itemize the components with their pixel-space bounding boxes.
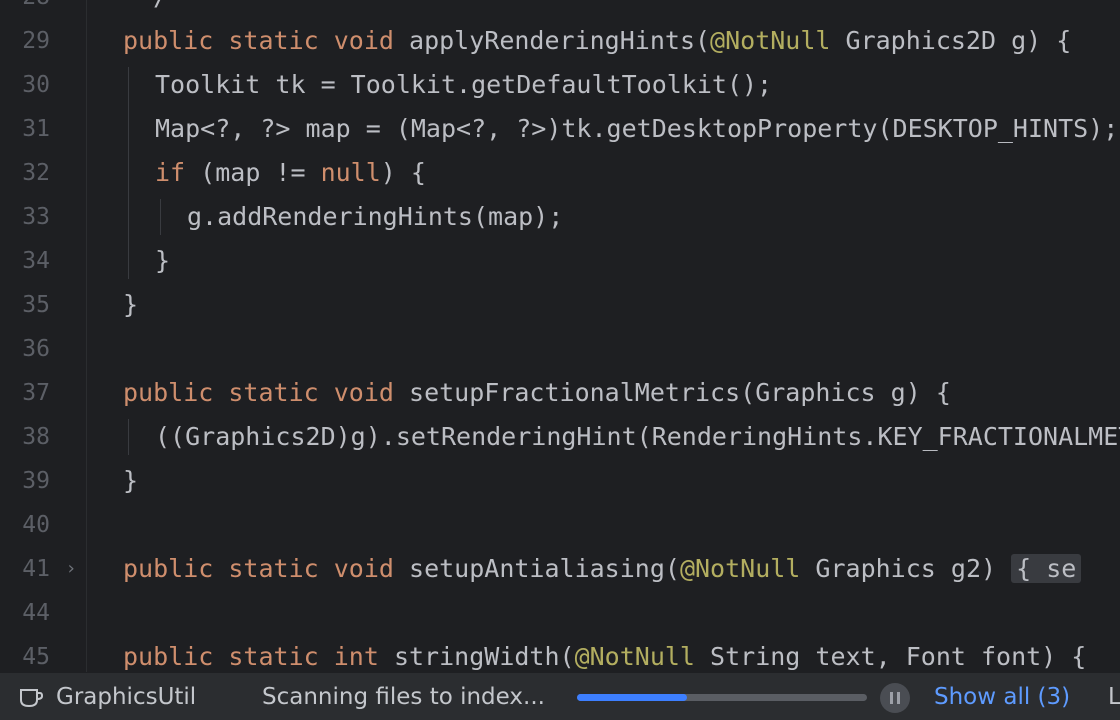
code-line[interactable]: 31 Map<?, ?> map = (Map<?, ?>)tk.getDeskt… (0, 107, 1120, 151)
line-number: 31 (22, 116, 50, 142)
code-line[interactable]: 41 › public static void setupAntialiasing(… (0, 547, 1120, 591)
code-line[interactable]: 33 g.addRenderingHints(map); (0, 195, 1120, 239)
line-number: 37 (22, 380, 50, 406)
indent-guide (128, 419, 129, 455)
line-number: 28 (0, 0, 50, 19)
line-number: 30 (22, 72, 50, 98)
code-text[interactable]: public static int stringWidth(@NotNull S… (123, 635, 1086, 672)
line-number: 44 (22, 600, 50, 626)
indexing-progress-fill (577, 694, 688, 701)
line-number: 33 (22, 204, 50, 230)
status-bar: GraphicsUtil Scanning files to index... … (0, 672, 1120, 720)
code-line[interactable]: 45 public static int stringWidth(@NotNull… (0, 635, 1120, 672)
code-text[interactable]: } (155, 239, 170, 283)
code-editor[interactable]: 28 */ 29 public static void applyRendering… (0, 0, 1120, 672)
show-all-link[interactable]: Show all (3) (934, 673, 1070, 720)
indent-guide (128, 67, 129, 279)
pause-icon[interactable] (880, 683, 910, 713)
code-text[interactable]: } (123, 283, 138, 327)
code-line[interactable]: 32 if (map != null) { (0, 151, 1120, 195)
code-text[interactable]: public static void setupFractionalMetric… (123, 371, 951, 415)
status-right-text[interactable]: L (1108, 673, 1120, 720)
line-number: 38 (22, 424, 50, 450)
code-text[interactable]: */ (123, 0, 168, 19)
background-task-message[interactable]: Scanning files to index... (262, 673, 545, 720)
code-text[interactable]: ((Graphics2D)g).setRenderingHint(Renderi… (155, 415, 1120, 459)
line-number: 45 (22, 644, 50, 670)
code-text[interactable]: if (map != null) { (155, 151, 426, 195)
code-line[interactable]: 35} (0, 283, 1120, 327)
code-line[interactable]: 34} (0, 239, 1120, 283)
code-line[interactable]: 30 Toolkit tk = Toolkit.getDefaultToolkit… (0, 63, 1120, 107)
line-number: 36 (22, 336, 50, 362)
code-text[interactable]: } (123, 459, 138, 503)
code-line[interactable]: 29 public static void applyRenderingHints… (0, 19, 1120, 63)
line-number: 29 (22, 28, 50, 54)
indent-guide (160, 199, 161, 235)
java-cup-icon (20, 689, 44, 708)
fold-expand-icon[interactable]: › (62, 560, 80, 578)
line-number: 40 (22, 512, 50, 538)
code-text[interactable]: Map<?, ?> map = (Map<?, ?>)tk.getDesktop… (155, 107, 1118, 151)
code-text[interactable]: g.addRenderingHints(map); (187, 195, 563, 239)
indexing-progress-bar (577, 694, 867, 701)
folded-code-region[interactable]: { se (1011, 554, 1082, 583)
line-number: 34 (22, 248, 50, 274)
code-text[interactable]: Toolkit tk = Toolkit.getDefaultToolkit()… (155, 63, 772, 107)
line-number: 39 (22, 468, 50, 494)
code-text[interactable]: public static void setupAntialiasing(@No… (123, 547, 1082, 591)
line-number: 35 (22, 292, 50, 318)
status-file-name[interactable]: GraphicsUtil (56, 673, 196, 720)
code-line[interactable]: 39} (0, 459, 1120, 503)
code-line[interactable]: 37 public static void setupFractionalMetr… (0, 371, 1120, 415)
code-line[interactable]: 36 (0, 327, 1120, 371)
code-line[interactable]: 44 (0, 591, 1120, 635)
code-line[interactable]: 40 (0, 503, 1120, 547)
line-number: 41 (22, 556, 50, 582)
line-number: 32 (22, 160, 50, 186)
code-line[interactable]: 38 ((Graphics2D)g).setRenderingHint(Rende… (0, 415, 1120, 459)
code-line[interactable]: 28 */ (0, 0, 1120, 19)
code-text[interactable]: public static void applyRenderingHints(@… (123, 19, 1071, 63)
